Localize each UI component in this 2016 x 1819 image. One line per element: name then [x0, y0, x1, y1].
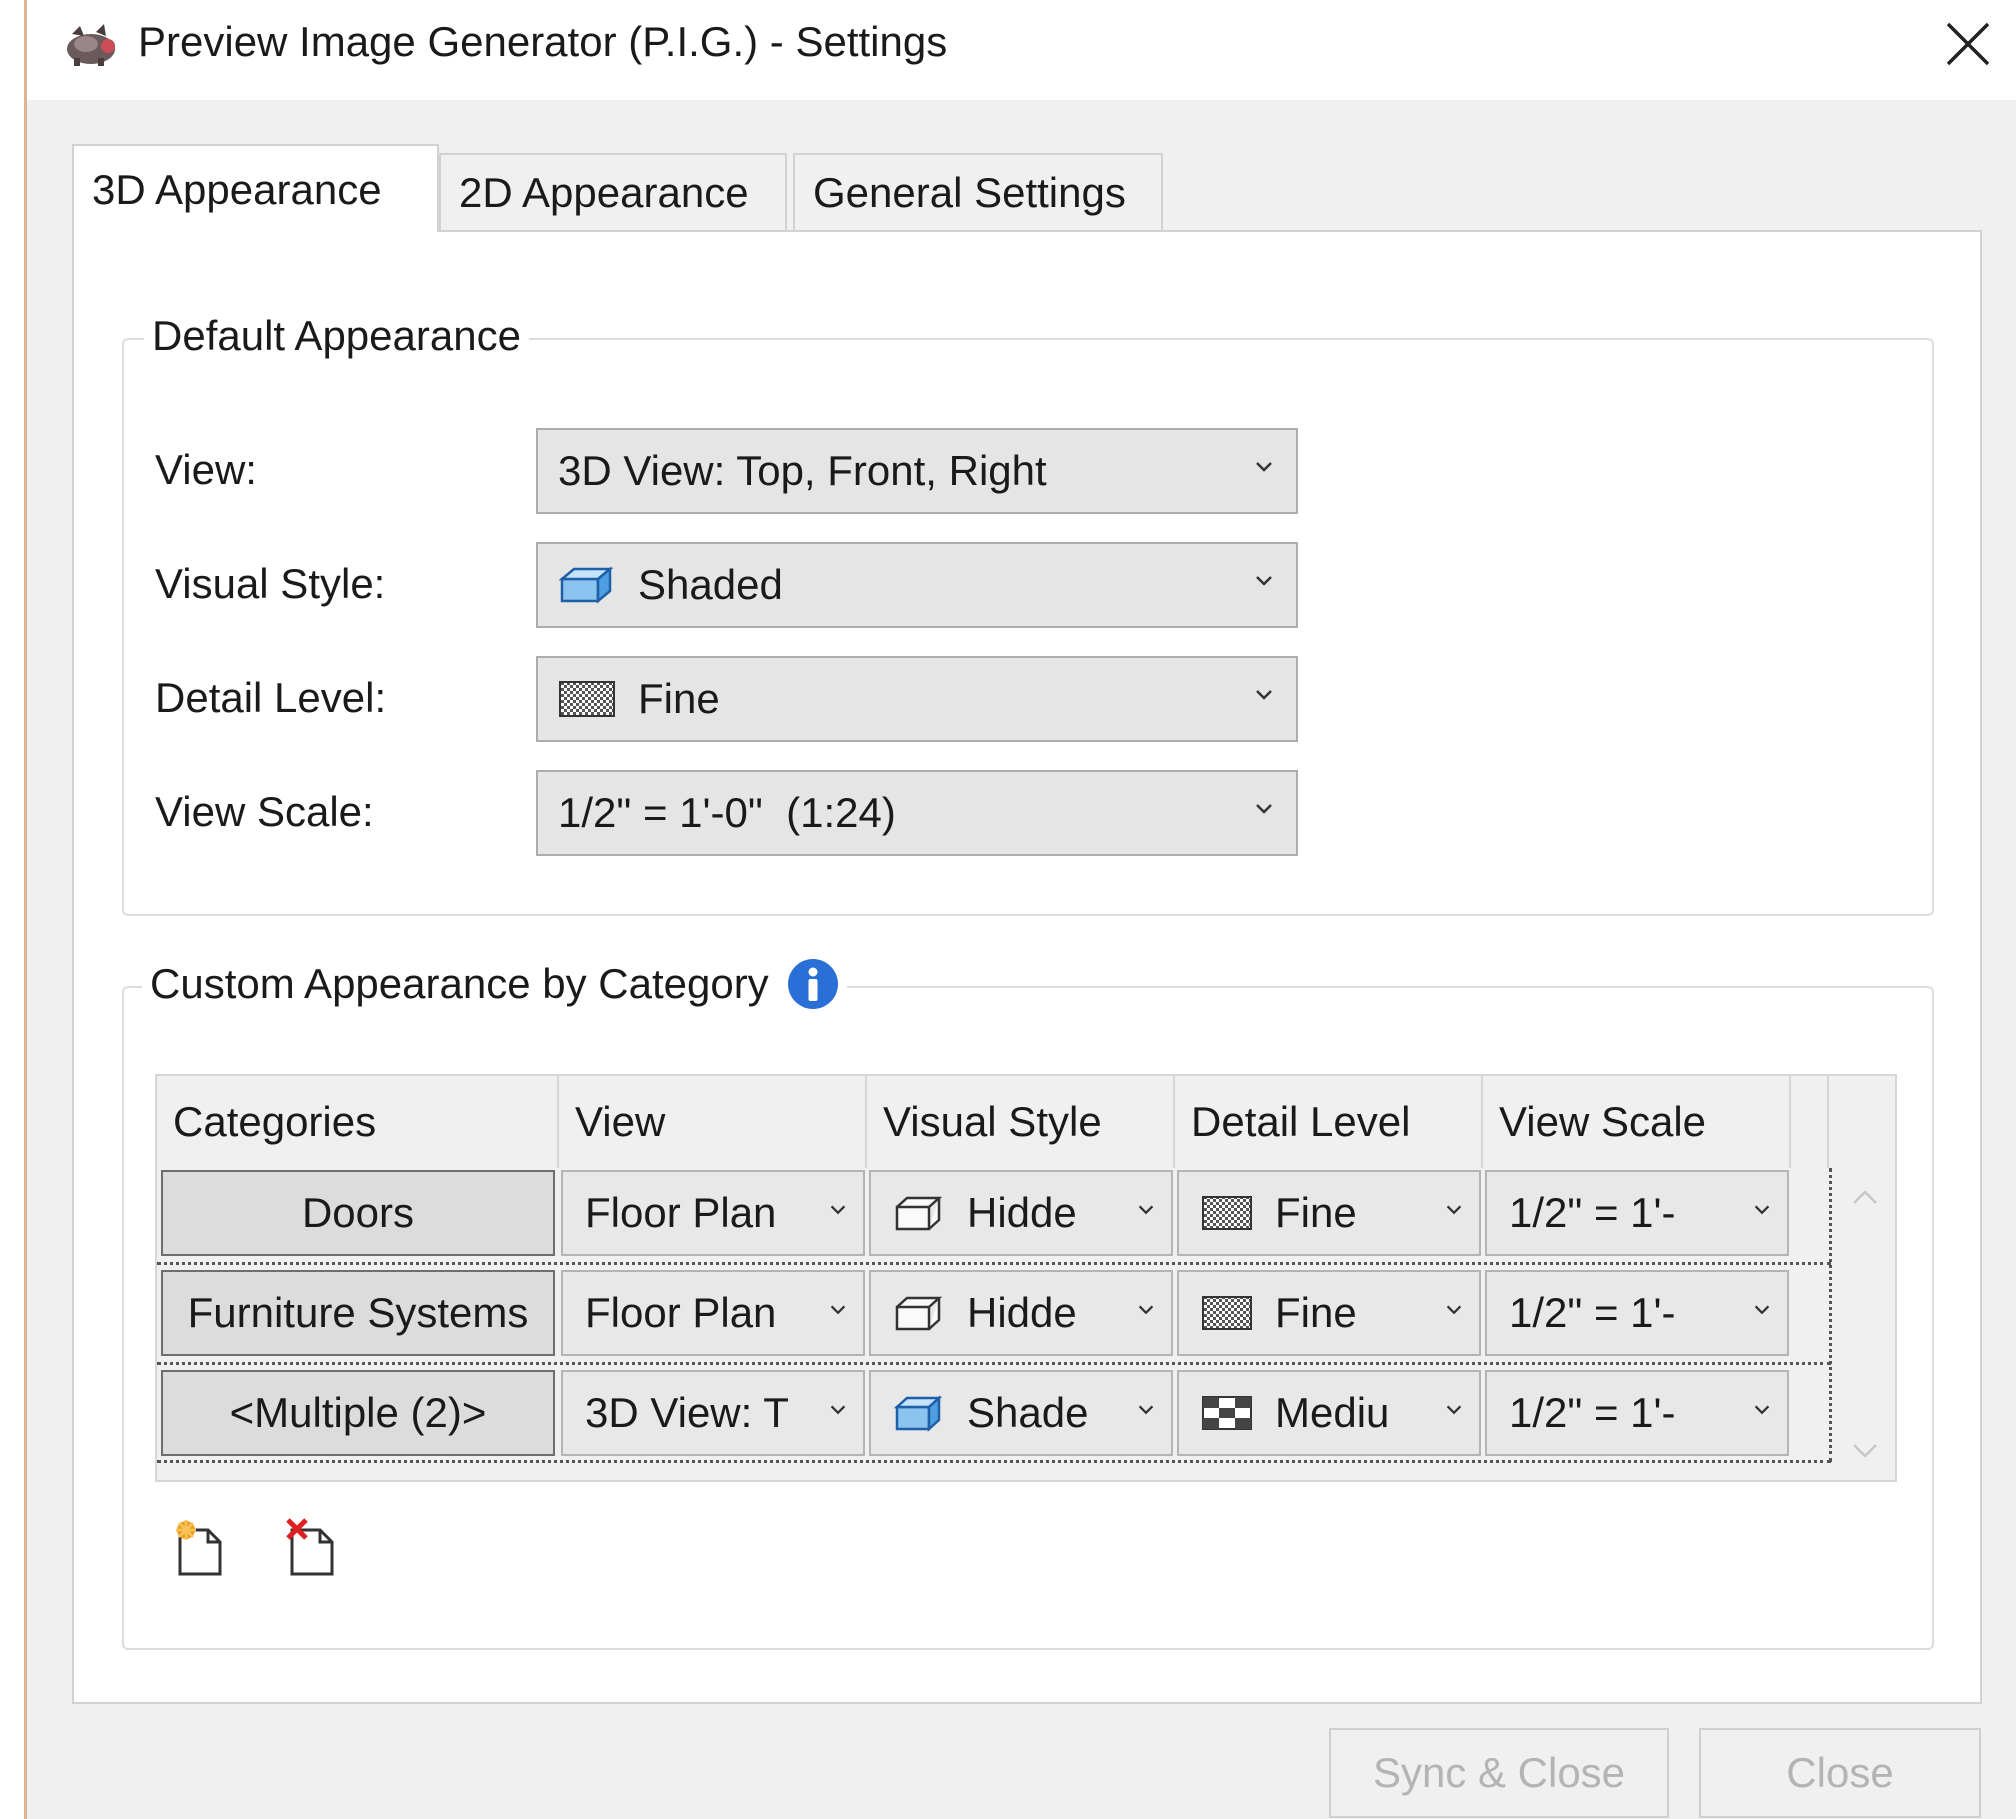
- add-category-icon[interactable]: [172, 1518, 228, 1578]
- cell-value: Hidde: [967, 1189, 1077, 1236]
- row-doors-view-scale-dropdown[interactable]: 1/2" = 1'-: [1485, 1170, 1789, 1256]
- cell-value: Floor Plan: [585, 1289, 777, 1336]
- row-multiple-visual-style-dropdown[interactable]: Shade: [869, 1370, 1173, 1456]
- scroll-down-icon[interactable]: [1851, 1440, 1879, 1460]
- row-category-furniture-systems[interactable]: Furniture Systems: [161, 1270, 555, 1356]
- row-category-multiple[interactable]: <Multiple (2)>: [161, 1370, 555, 1456]
- hidden-line-cube-icon: [893, 1193, 945, 1233]
- column-header-view[interactable]: View: [559, 1076, 867, 1168]
- column-header-categories[interactable]: Categories: [157, 1076, 559, 1168]
- chevron-down-icon: [1135, 1299, 1157, 1321]
- row-multiple-view-dropdown[interactable]: 3D View: T: [561, 1370, 865, 1456]
- chevron-down-icon: [1443, 1399, 1465, 1421]
- visual-style-dropdown[interactable]: Shaded: [536, 542, 1298, 628]
- grid-vertical-scrollbar[interactable]: [1835, 1168, 1895, 1480]
- cell-value: 3D View: T: [585, 1389, 789, 1436]
- chevron-down-icon: [1256, 576, 1272, 586]
- column-header-filler: [1791, 1076, 1829, 1168]
- detail-level-label: Detail Level:: [155, 674, 387, 721]
- fine-detail-icon: [1201, 1293, 1253, 1333]
- hidden-line-cube-icon: [893, 1293, 945, 1333]
- row-furniture-detail-level-dropdown[interactable]: Fine: [1177, 1270, 1481, 1356]
- row-category-doors[interactable]: Doors: [161, 1170, 555, 1256]
- fine-detail-icon: [558, 679, 616, 719]
- cell-value: Fine: [1275, 1189, 1357, 1236]
- window-title: Preview Image Generator (P.I.G.) - Setti…: [138, 18, 948, 65]
- chevron-down-icon: [1443, 1199, 1465, 1221]
- cell-value: 1/2" = 1'-: [1509, 1189, 1676, 1236]
- chevron-down-icon: [827, 1399, 849, 1421]
- detail-level-dropdown[interactable]: Fine: [536, 656, 1298, 742]
- column-header-detail-level[interactable]: Detail Level: [1175, 1076, 1483, 1168]
- tab-3d-appearance[interactable]: 3D Appearance: [72, 144, 439, 232]
- row-doors-detail-level-dropdown[interactable]: Fine: [1177, 1170, 1481, 1256]
- cell-value: Shade: [967, 1389, 1089, 1436]
- row-doors-view-dropdown[interactable]: Floor Plan: [561, 1170, 865, 1256]
- default-appearance-legend: Default Appearance: [144, 312, 529, 360]
- column-header-visual-style[interactable]: Visual Style: [867, 1076, 1175, 1168]
- chevron-down-icon: [1135, 1399, 1157, 1421]
- chevron-down-icon: [1443, 1299, 1465, 1321]
- detail-level-dropdown-value: Fine: [638, 675, 720, 722]
- row-doors-visual-style-dropdown[interactable]: Hidde: [869, 1170, 1173, 1256]
- cell-value: 1/2" = 1'-: [1509, 1289, 1676, 1336]
- view-scale-label: View Scale:: [155, 788, 374, 835]
- view-dropdown[interactable]: 3D View: Top, Front, Right: [536, 428, 1298, 514]
- custom-appearance-title: Custom Appearance by Category: [150, 960, 769, 1007]
- column-header-view-scale[interactable]: View Scale: [1483, 1076, 1791, 1168]
- chevron-down-icon: [1751, 1299, 1773, 1321]
- chevron-down-icon: [827, 1199, 849, 1221]
- close-button[interactable]: Close: [1699, 1728, 1981, 1818]
- row-separator: [157, 1262, 1831, 1265]
- chevron-down-icon: [1751, 1199, 1773, 1221]
- column-separator: [1829, 1168, 1832, 1462]
- chevron-down-icon: [1751, 1399, 1773, 1421]
- row-furniture-view-dropdown[interactable]: Floor Plan: [561, 1270, 865, 1356]
- view-scale-dropdown-value: 1/2" = 1'-0" (1:24): [558, 789, 896, 836]
- chevron-down-icon: [1135, 1199, 1157, 1221]
- row-furniture-visual-style-dropdown[interactable]: Hidde: [869, 1270, 1173, 1356]
- tab-general-settings[interactable]: General Settings: [793, 153, 1163, 231]
- row-separator: [157, 1362, 1831, 1365]
- medium-detail-icon: [1201, 1393, 1253, 1433]
- cell-value: Floor Plan: [585, 1189, 777, 1236]
- view-label: View:: [155, 446, 257, 493]
- category-grid: Categories View Visual Style Detail Leve…: [155, 1074, 1897, 1482]
- chevron-down-icon: [1256, 462, 1272, 472]
- visual-style-label: Visual Style:: [155, 560, 386, 607]
- chevron-down-icon: [1256, 690, 1272, 700]
- cell-value: Mediu: [1275, 1389, 1390, 1436]
- chevron-down-icon: [1256, 804, 1272, 814]
- tab-2d-appearance[interactable]: 2D Appearance: [439, 153, 787, 231]
- app-pig-icon: [62, 22, 120, 68]
- info-icon[interactable]: [787, 958, 839, 1010]
- cell-value: Fine: [1275, 1289, 1357, 1336]
- custom-appearance-legend: Custom Appearance by Category: [142, 958, 847, 1010]
- row-separator: [157, 1460, 1831, 1463]
- row-multiple-detail-level-dropdown[interactable]: Mediu: [1177, 1370, 1481, 1456]
- chevron-down-icon: [827, 1299, 849, 1321]
- cell-value: 1/2" = 1'-: [1509, 1389, 1676, 1436]
- row-furniture-view-scale-dropdown[interactable]: 1/2" = 1'-: [1485, 1270, 1789, 1356]
- view-scale-dropdown[interactable]: 1/2" = 1'-0" (1:24): [536, 770, 1298, 856]
- close-window-icon[interactable]: [1940, 16, 1996, 72]
- view-dropdown-value: 3D View: Top, Front, Right: [558, 447, 1047, 494]
- shaded-cube-icon: [893, 1393, 945, 1433]
- remove-category-icon[interactable]: [284, 1518, 340, 1578]
- shaded-cube-icon: [558, 565, 616, 605]
- row-multiple-view-scale-dropdown[interactable]: 1/2" = 1'-: [1485, 1370, 1789, 1456]
- visual-style-dropdown-value: Shaded: [638, 561, 783, 608]
- fine-detail-icon: [1201, 1193, 1253, 1233]
- cell-value: Hidde: [967, 1289, 1077, 1336]
- scroll-up-icon[interactable]: [1851, 1188, 1879, 1208]
- sync-close-button[interactable]: Sync & Close: [1329, 1728, 1669, 1818]
